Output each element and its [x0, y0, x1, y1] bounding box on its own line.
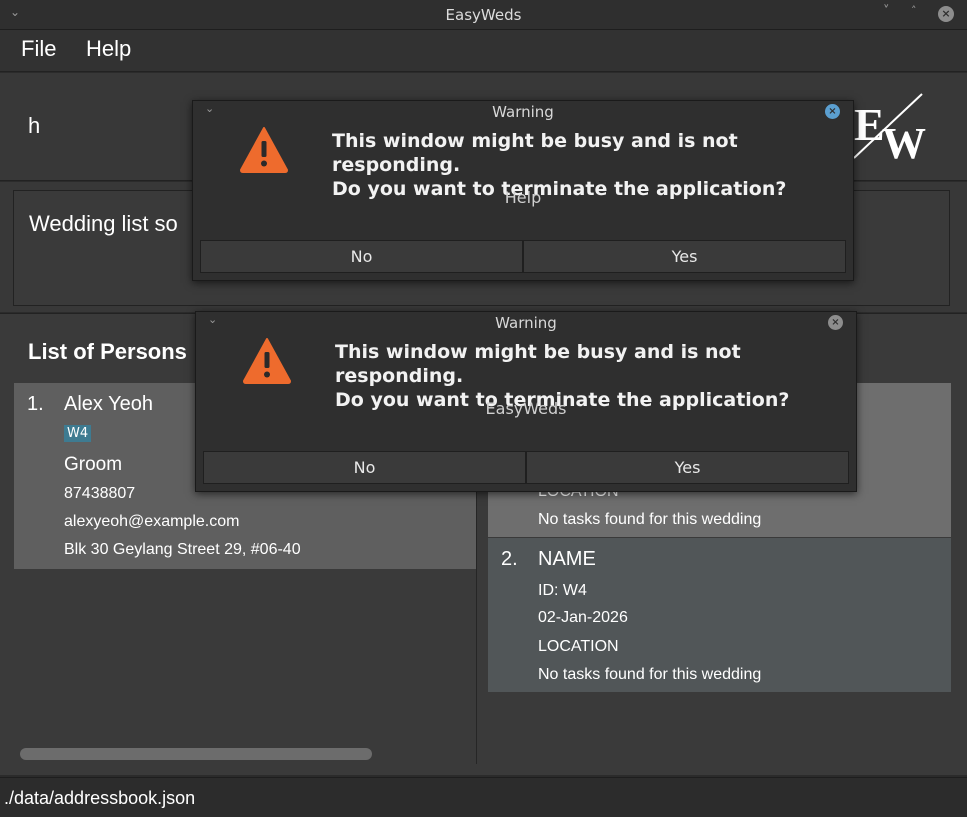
wedding-name: NAME	[538, 548, 596, 570]
dialog-titlebar: ⌄ Warning ×	[196, 312, 856, 334]
dialog-message-line1: This window might be busy and is not res…	[335, 341, 741, 387]
person-name: Alex Yeoh	[64, 393, 153, 415]
yes-button[interactable]: Yes	[526, 451, 849, 484]
dialog-app-name: Help	[504, 188, 542, 207]
result-text: Wedding list so	[29, 211, 178, 236]
dialog-title: Warning	[495, 314, 557, 332]
dialog-app-name: EasyWeds	[485, 399, 567, 418]
warning-icon	[240, 127, 288, 173]
no-button[interactable]: No	[200, 240, 523, 273]
wedding-id: ID: W4	[538, 582, 587, 599]
no-button[interactable]: No	[203, 451, 526, 484]
horizontal-scrollbar[interactable]	[20, 748, 372, 760]
wedding-location: LOCATION	[538, 638, 619, 655]
wedding-tasks: No tasks found for this wedding	[538, 666, 762, 683]
maximize-icon[interactable]: ˄	[911, 4, 917, 17]
wedding-card[interactable]: 2. NAME ID: W4 02-Jan-2026 LOCATION No t…	[488, 538, 951, 692]
warning-dialog-easyweds: ⌄ Warning × This window might be busy an…	[195, 311, 857, 492]
menu-help[interactable]: Help	[86, 36, 131, 62]
yes-button[interactable]: Yes	[523, 240, 846, 273]
dialog-message-line1: This window might be busy and is not res…	[332, 130, 738, 176]
warning-icon	[243, 338, 291, 384]
storage-path: ./data/addressbook.json	[4, 788, 196, 808]
dialog-titlebar: ⌄ Warning ×	[193, 101, 853, 123]
main-titlebar: ⌄ EasyWeds ˅ ˄ ×	[0, 0, 967, 30]
window-title: EasyWeds	[445, 6, 522, 24]
person-tag-badge: W4	[64, 425, 92, 442]
wedding-date: 02-Jan-2026	[538, 609, 628, 626]
close-icon[interactable]: ×	[828, 315, 843, 330]
command-input-text[interactable]: h	[28, 113, 40, 139]
person-address: Blk 30 Geylang Street 29, #06-40	[64, 541, 301, 558]
easyweds-logo: E W	[853, 93, 926, 162]
person-email: alexyeoh@example.com	[64, 513, 240, 530]
status-bar: ./data/addressbook.json	[0, 777, 967, 817]
minimize-icon[interactable]: ˅	[883, 4, 890, 19]
dialog-title: Warning	[492, 103, 554, 121]
menu-bar: File Help	[0, 30, 967, 72]
person-role: Groom	[64, 454, 123, 475]
wedding-tasks: No tasks found for this wedding	[538, 511, 762, 528]
warning-dialog-help: ⌄ Warning × This window might be busy an…	[192, 100, 854, 281]
person-list-title: List of Persons	[28, 339, 187, 364]
person-phone: 87438807	[64, 485, 136, 502]
close-icon[interactable]: ×	[938, 6, 954, 22]
wedding-index: 2.	[501, 548, 518, 570]
close-icon[interactable]: ×	[825, 104, 840, 119]
menu-file[interactable]: File	[21, 36, 56, 62]
person-index: 1.	[27, 393, 44, 415]
